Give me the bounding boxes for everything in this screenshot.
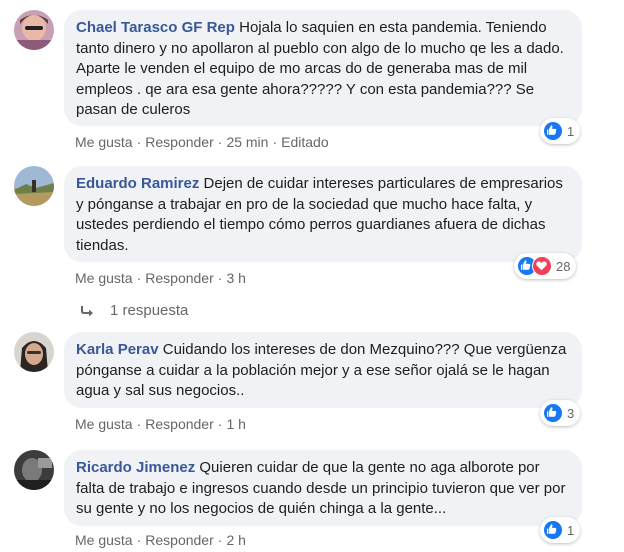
avatar-photo bbox=[14, 450, 54, 490]
reaction-summary[interactable]: 1 bbox=[540, 118, 581, 144]
thumbs-up-icon bbox=[543, 403, 563, 423]
thumbs-up-icon bbox=[543, 121, 563, 141]
reaction-count: 3 bbox=[567, 405, 575, 421]
reaction-count: 1 bbox=[567, 522, 575, 538]
comment-bubble: Karla Perav Cuidando los intereses de do… bbox=[64, 332, 582, 408]
reply-link[interactable]: Responder bbox=[145, 270, 214, 286]
comment-actions: Me gusta · Responder · 3 h bbox=[75, 270, 246, 286]
reaction-count: 1 bbox=[567, 123, 575, 139]
comment-author[interactable]: Eduardo Ramirez bbox=[76, 175, 199, 192]
avatar[interactable] bbox=[14, 332, 54, 372]
comment-bubble: Eduardo Ramirez Dejen de cuidar interese… bbox=[64, 166, 582, 262]
timestamp[interactable]: 25 min bbox=[226, 134, 268, 150]
thumbs-up-icon bbox=[543, 520, 563, 540]
like-link[interactable]: Me gusta bbox=[75, 532, 133, 548]
comment-actions: Me gusta · Responder · 1 h bbox=[75, 416, 246, 432]
avatar[interactable] bbox=[14, 166, 54, 206]
reply-link[interactable]: Responder bbox=[145, 134, 214, 150]
reaction-summary[interactable]: 3 bbox=[540, 400, 581, 426]
reply-arrow-icon bbox=[81, 305, 93, 316]
heart-icon bbox=[532, 256, 552, 276]
timestamp[interactable]: 3 h bbox=[226, 270, 245, 286]
avatar-photo bbox=[14, 332, 54, 372]
separator: · bbox=[136, 134, 142, 150]
comment-author[interactable]: Ricardo Jimenez bbox=[76, 459, 195, 476]
separator: · bbox=[136, 270, 142, 286]
timestamp[interactable]: 2 h bbox=[226, 532, 245, 548]
avatar-photo bbox=[14, 166, 54, 206]
like-link[interactable]: Me gusta bbox=[75, 134, 133, 150]
like-link[interactable]: Me gusta bbox=[75, 416, 133, 432]
reaction-count: 28 bbox=[556, 258, 571, 274]
avatar[interactable] bbox=[14, 450, 54, 490]
timestamp[interactable]: 1 h bbox=[226, 416, 245, 432]
separator: · bbox=[272, 134, 278, 150]
comment-actions: Me gusta · Responder · 2 h bbox=[75, 532, 246, 548]
comment-bubble: Chael Tarasco GF Rep Hojala lo saquien e… bbox=[64, 10, 582, 126]
separator: · bbox=[136, 416, 142, 432]
separator: · bbox=[217, 134, 223, 150]
reaction-summary[interactable]: 1 bbox=[540, 517, 581, 543]
comment-author[interactable]: Karla Perav bbox=[76, 341, 159, 358]
replies-count-label[interactable]: 1 respuesta bbox=[110, 302, 188, 319]
view-replies-link[interactable]: 1 respuesta bbox=[80, 302, 188, 319]
separator: · bbox=[136, 532, 142, 548]
reaction-summary[interactable]: 28 bbox=[514, 253, 577, 279]
comment-bubble: Ricardo Jimenez Quieren cuidar de que la… bbox=[64, 450, 582, 526]
avatar-photo bbox=[14, 10, 54, 50]
separator: · bbox=[217, 416, 223, 432]
reply-link[interactable]: Responder bbox=[145, 416, 214, 432]
avatar[interactable] bbox=[14, 10, 54, 50]
reply-link[interactable]: Responder bbox=[145, 532, 214, 548]
separator: · bbox=[217, 270, 223, 286]
separator: · bbox=[217, 532, 223, 548]
like-link[interactable]: Me gusta bbox=[75, 270, 133, 286]
comment-author[interactable]: Chael Tarasco GF Rep bbox=[76, 19, 235, 36]
edited-label[interactable]: Editado bbox=[281, 134, 328, 150]
comment-actions: Me gusta · Responder · 25 min · Editado bbox=[75, 134, 329, 150]
